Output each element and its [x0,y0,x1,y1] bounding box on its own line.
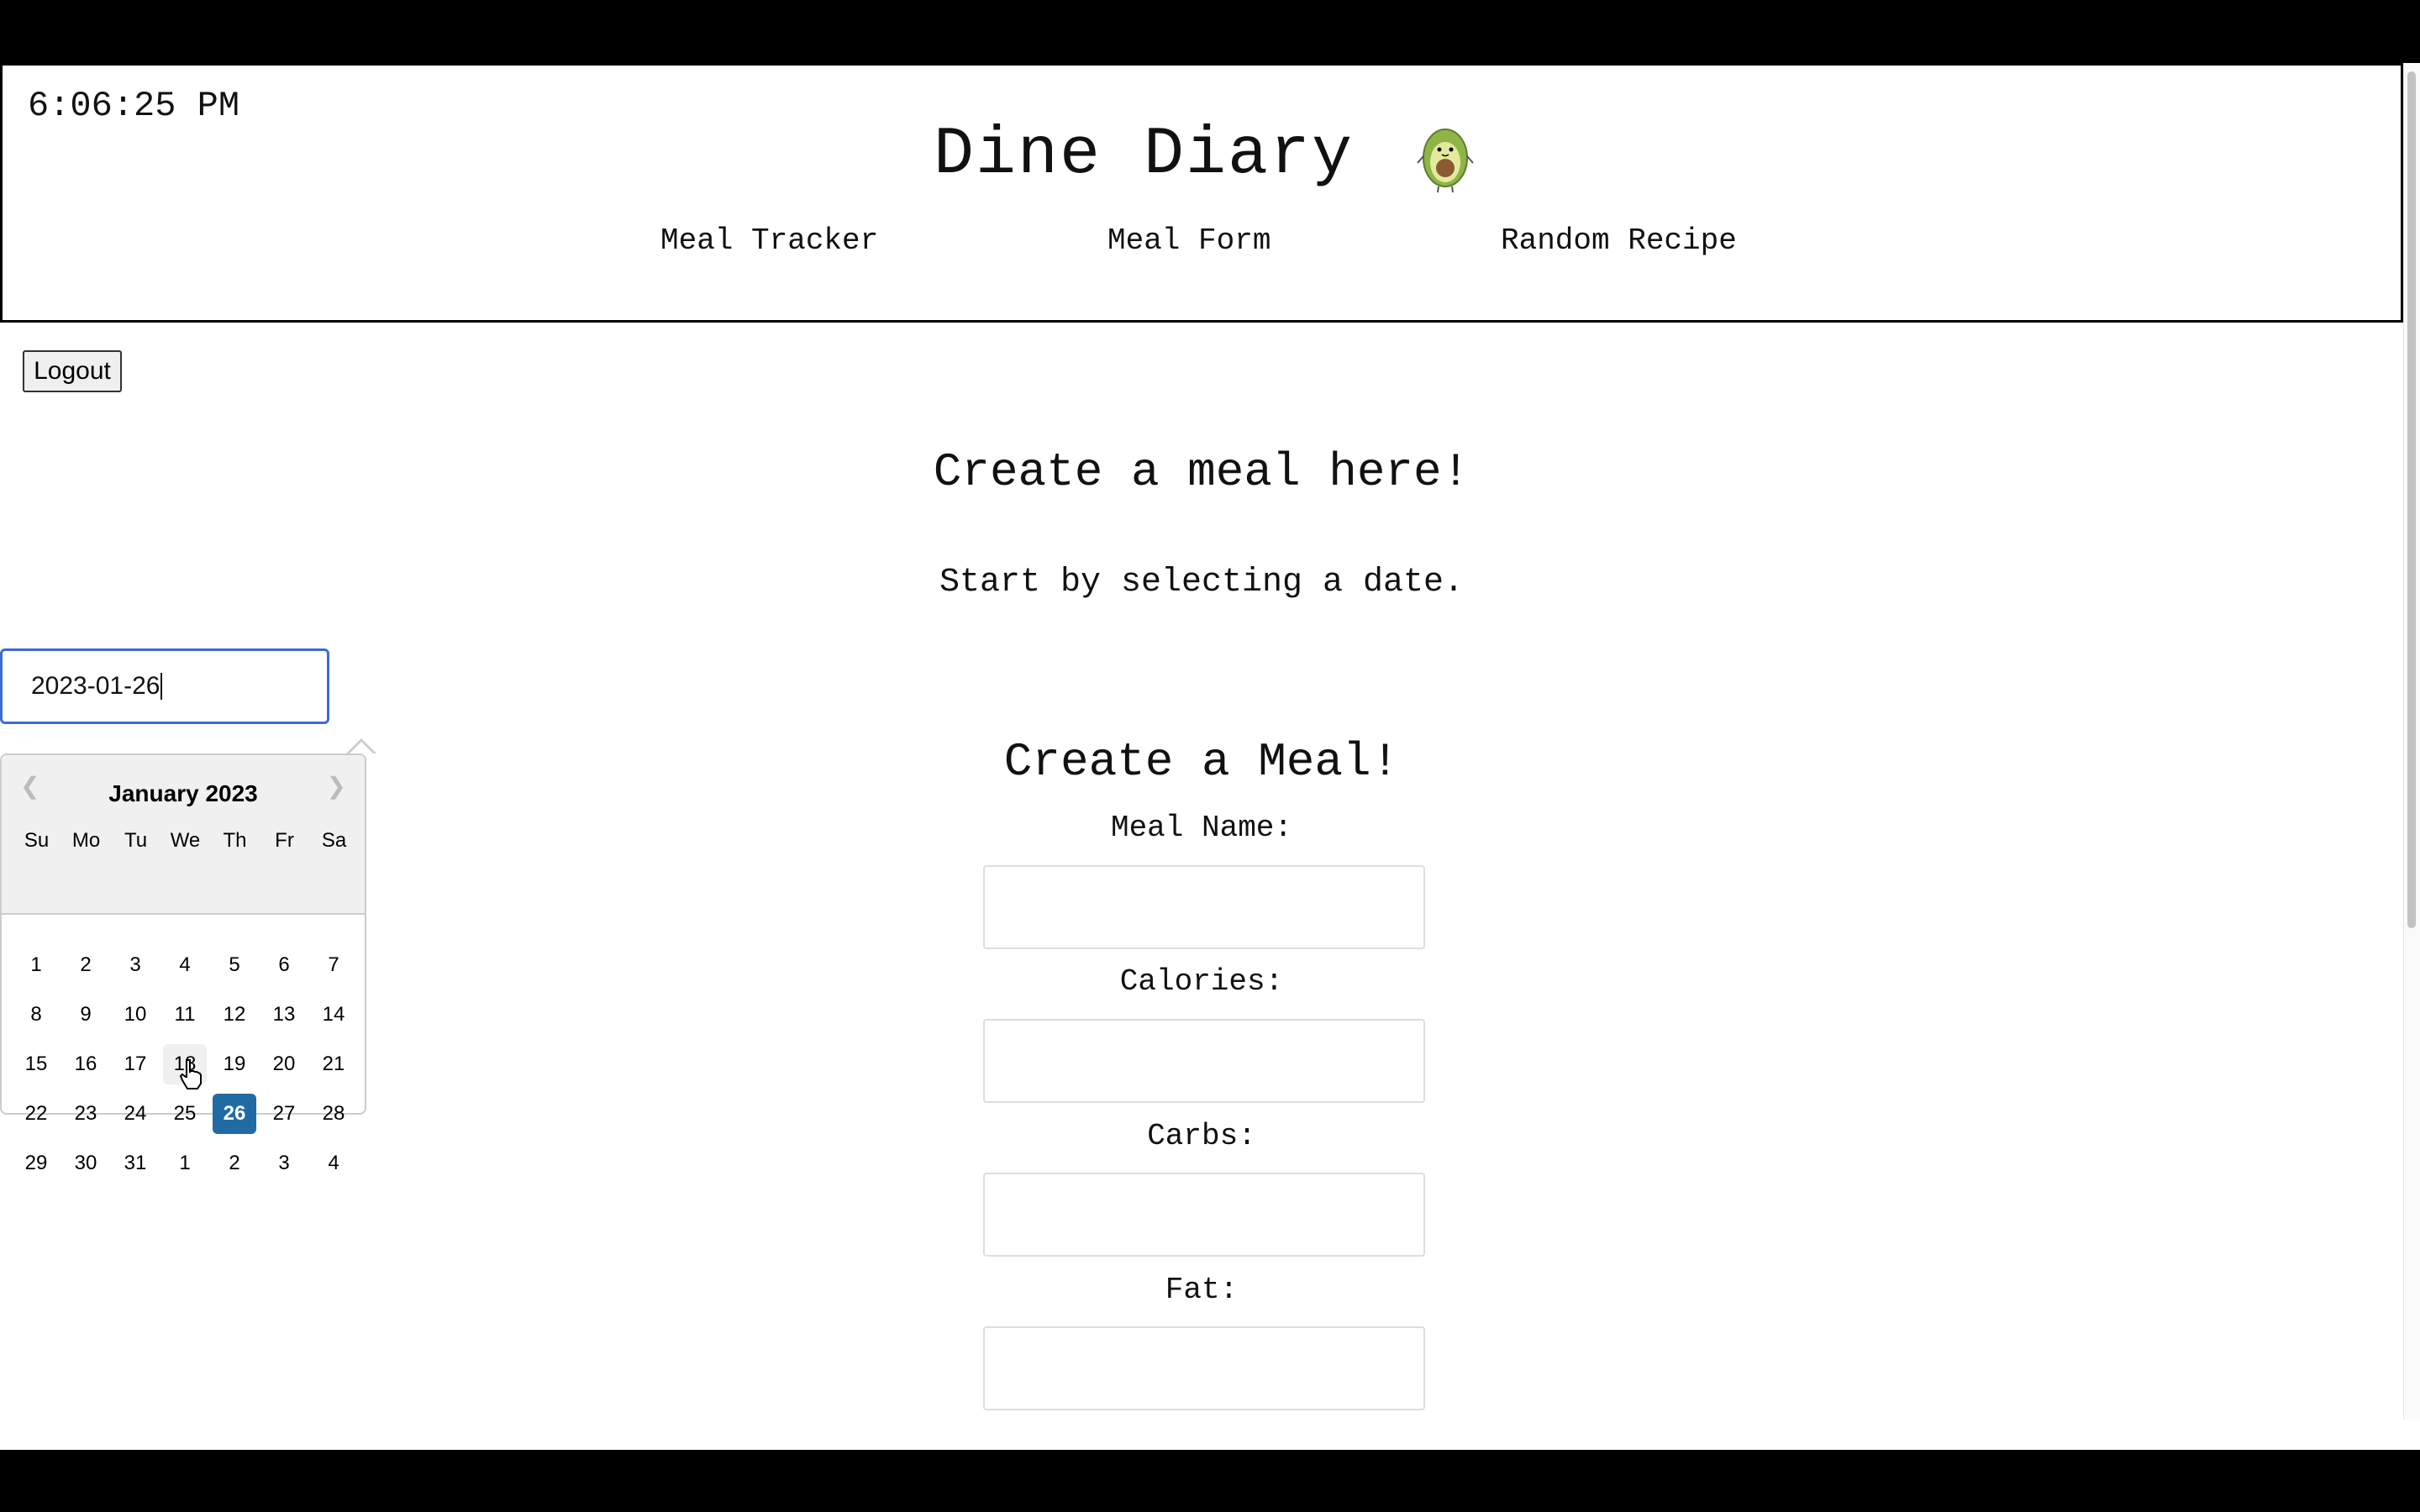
calendar-day[interactable]: 12 [213,995,256,1035]
logout-button[interactable]: Logout [23,350,122,392]
calendar-day[interactable]: 20 [262,1044,306,1084]
calendar-day[interactable]: 14 [312,995,355,1035]
calendar-day[interactable]: 21 [312,1044,355,1084]
nav-meal-form[interactable]: Meal Form [1107,223,1270,258]
fat-label: Fat: [1165,1273,1239,1307]
meal-name-input[interactable] [983,865,1425,949]
nav-meal-tracker[interactable]: Meal Tracker [660,223,878,258]
calendar-day[interactable]: 10 [113,995,157,1035]
nav-random-recipe[interactable]: Random Recipe [1501,223,1737,258]
calendar-day[interactable]: 8 [14,995,58,1035]
site-title-text: Dine Diary [933,117,1355,194]
carbs-label: Carbs: [1147,1119,1256,1153]
calendar-day[interactable]: 16 [64,1044,108,1084]
meal-name-label: Meal Name: [1110,811,1293,845]
calendar-day[interactable]: 15 [14,1044,58,1084]
vertical-scrollbar-thumb[interactable] [2407,71,2416,928]
calories-label: Calories: [1119,964,1284,999]
fat-input[interactable] [983,1326,1425,1410]
carbs-input[interactable] [983,1173,1425,1257]
calendar-day[interactable]: 11 [163,995,207,1035]
calendar-day[interactable]: 19 [213,1044,256,1084]
site-header: 6:06:25 PM Dine Diary Meal Tracker Meal … [0,63,2403,323]
form-title: Create a Meal! [1003,735,1400,789]
calories-input[interactable] [983,1019,1425,1103]
calendar-day[interactable]: 13 [262,995,306,1035]
hand-cursor-icon [179,1059,202,1089]
calendar-day[interactable]: 17 [113,1044,157,1084]
date-input[interactable]: 2023-01-26 [0,648,329,724]
page-heading: Create a meal here! [933,445,1470,499]
page-subheading: Start by selecting a date. [939,564,1465,601]
date-input-value: 2023-01-26 [31,672,160,700]
vertical-scrollbar[interactable] [2403,63,2420,1420]
text-caret [160,673,163,700]
avocado-icon [1417,129,1474,193]
page-viewport: 6:06:25 PM Dine Diary Meal Tracker Meal … [0,63,2420,1450]
site-title: Dine Diary [3,116,2406,193]
calendar-day[interactable]: 9 [64,995,108,1035]
